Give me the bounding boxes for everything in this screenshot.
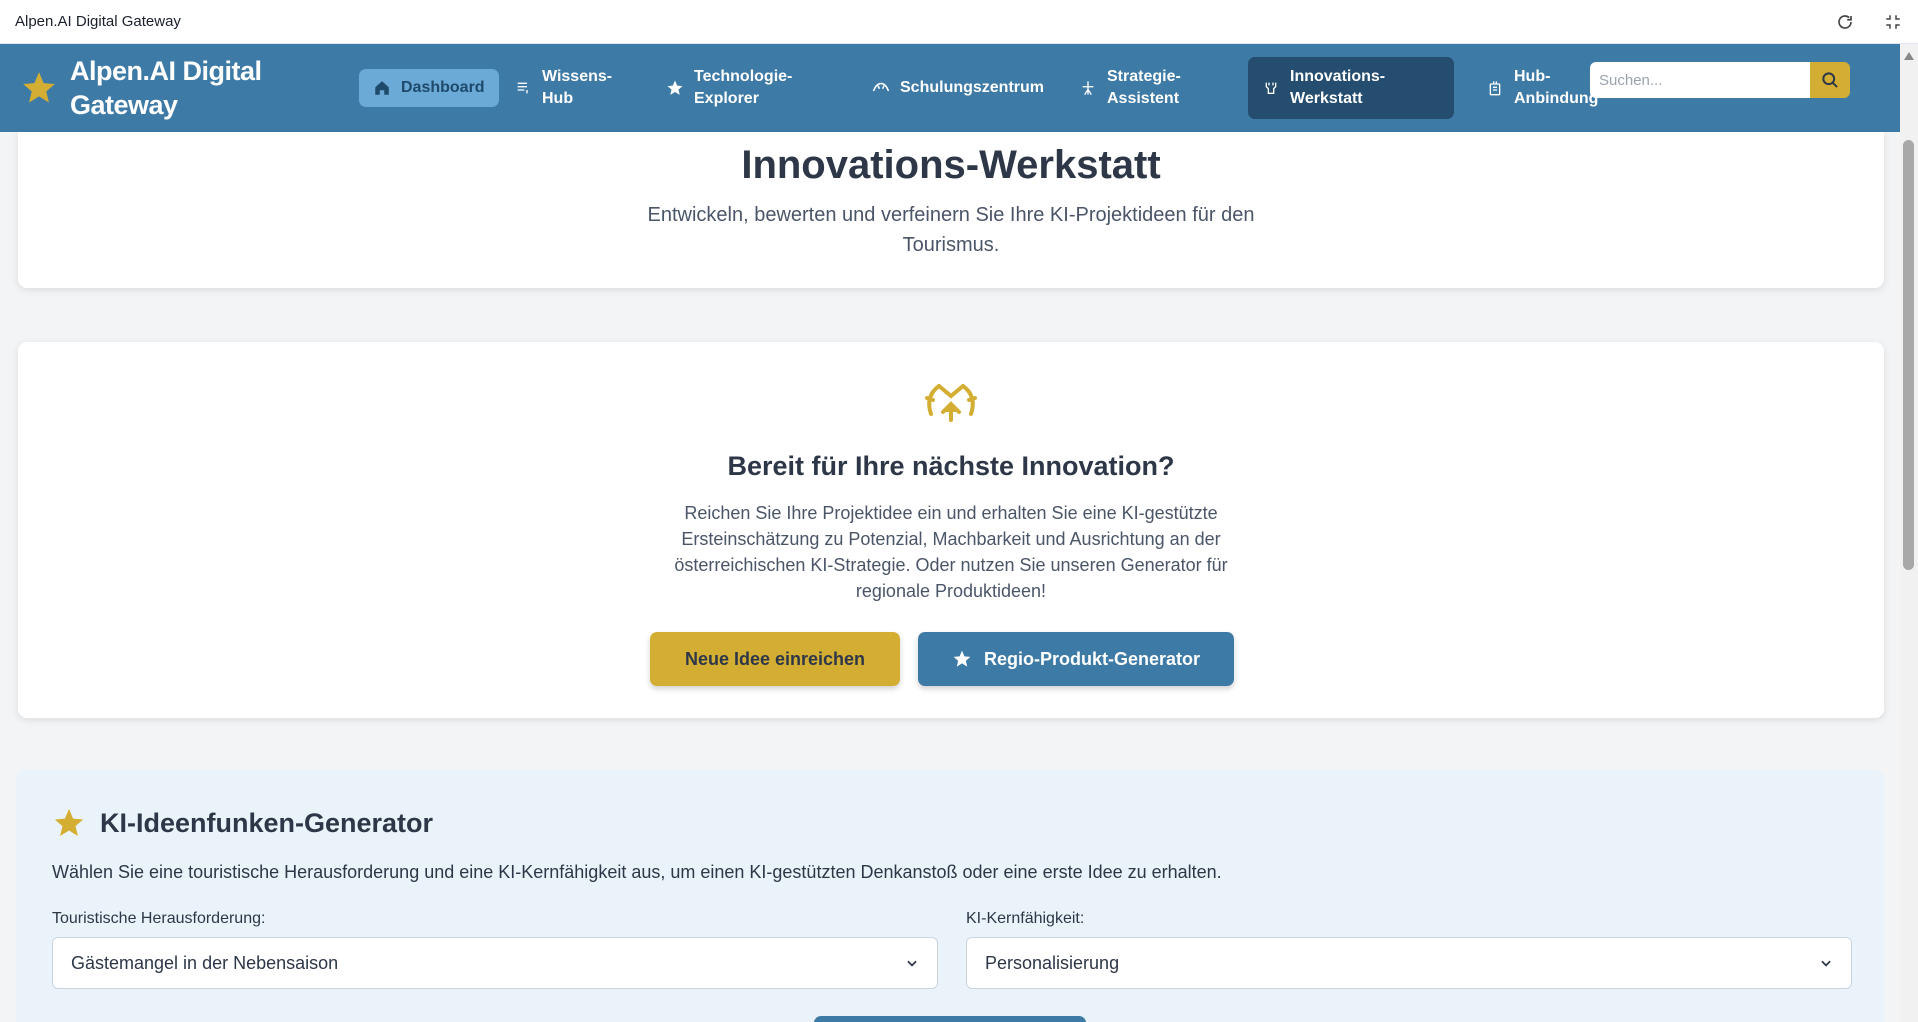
innovation-lightbulb-icon [925,384,977,422]
capability-selected-value: Personalisierung [985,952,1120,973]
star-icon [666,79,684,97]
cta-heading: Bereit für Ihre nächste Innovation? [727,451,1175,481]
star-icon [54,808,84,837]
search-icon [1822,72,1838,88]
link-icon [1486,79,1504,97]
generator-title: KI-Ideenfunken-Generator [100,807,434,838]
chevron-down-icon [1821,960,1831,967]
nav-item-label: Innovations-Werkstatt [1290,68,1386,107]
nav-item-strategie-assistent[interactable]: Strategie-Assistent [1065,66,1215,110]
graduation-icon [872,79,890,97]
regio-product-generator-label: Regio-Produkt-Generator [983,648,1201,669]
page-subtitle: Entwickeln, bewerten und verfeinern Sie … [647,204,1255,256]
nav-item-wissens-hub[interactable]: Wissens-Hub [500,66,620,110]
fullscreen-icon[interactable] [1883,12,1903,32]
nav-item-label: Technologie-Explorer [694,68,793,107]
main-nav: Dashboard Wissens-Hub Technologie-Explor… [340,44,1900,132]
nav-item-label: Wissens-Hub [542,68,613,107]
workshop-icon [1262,79,1280,97]
home-icon [373,79,391,97]
window-title: Alpen.AI Digital Gateway [15,13,181,30]
challenge-select[interactable]: Gästemangel in der Nebensaison [52,937,938,989]
star-icon [952,649,972,669]
capability-field: KI-Kernfähigkeit: Personalisierung [966,910,1852,989]
top-navbar: Alpen.AI Digital Gateway Dashboard Wisse… [0,44,1900,132]
challenge-field: Touristische Herausforderung: Gästemange… [52,910,938,989]
window-titlebar: Alpen.AI Digital Gateway [0,0,1918,44]
book-icon [514,79,532,97]
idea-spark-generator-section: KI-Ideenfunken-Generator Wählen Sie eine… [16,770,1884,1022]
page-header-card: Innovations-Werkstatt Entwickeln, bewert… [18,132,1884,288]
reload-icon[interactable] [1835,12,1855,32]
cta-description: Reichen Sie Ihre Projektidee ein und erh… [674,503,1228,601]
search-box [1590,62,1850,98]
page-title: Innovations-Werkstatt [741,143,1161,187]
nav-item-label: Strategie-Assistent [1107,68,1181,107]
submit-idea-button[interactable]: Neue Idee einreichen [650,632,900,686]
generator-description: Wählen Sie eine touristische Herausforde… [52,862,1222,882]
search-button[interactable] [1810,62,1850,98]
innovation-cta-card: Bereit für Ihre nächste Innovation? Reic… [18,342,1884,718]
page-scrollbar[interactable] [1900,44,1918,1022]
nav-item-technologie-explorer[interactable]: Technologie-Explorer [652,66,820,110]
nav-item-schulungszentrum[interactable]: Schulungszentrum [858,77,1058,99]
challenge-label: Touristische Herausforderung: [52,910,266,927]
brand[interactable]: Alpen.AI Digital Gateway [0,54,340,122]
compass-icon [1079,79,1097,97]
nav-item-label: Schulungszentrum [900,79,1045,96]
star-logo-icon [23,72,55,103]
generate-idea-button[interactable] [814,1016,1086,1022]
chevron-down-icon [907,960,917,967]
brand-name: Alpen.AI Digital Gateway [70,56,262,120]
capability-select[interactable]: Personalisierung [966,937,1852,989]
capability-label: KI-Kernfähigkeit: [966,910,1085,927]
scroll-up-arrow-icon[interactable] [1904,52,1914,60]
nav-item-label: Dashboard [401,79,485,96]
challenge-selected-value: Gästemangel in der Nebensaison [71,952,339,973]
nav-item-dashboard[interactable]: Dashboard [359,69,499,107]
scrollbar-thumb[interactable] [1903,140,1914,570]
search-input[interactable] [1590,62,1810,98]
regio-product-generator-button[interactable]: Regio-Produkt-Generator [918,632,1234,686]
nav-item-innovations-werkstatt[interactable]: Innovations-Werkstatt [1248,57,1454,119]
